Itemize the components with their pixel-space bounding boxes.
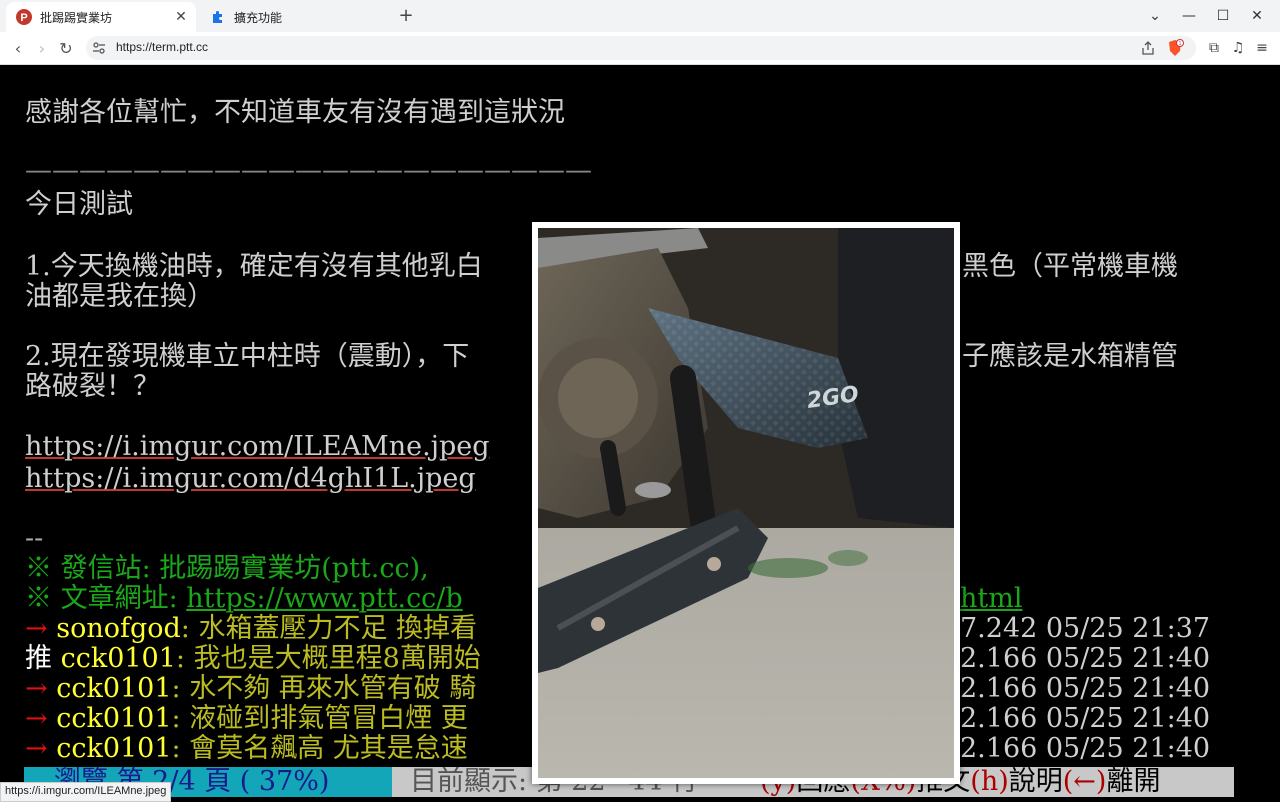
push-tag: → — [25, 613, 48, 644]
close-tab-icon[interactable]: ✕ — [172, 8, 190, 26]
back-icon[interactable]: ‹ — [8, 38, 28, 58]
article-line: 2.現在發現機車立中柱時（震動），下 — [25, 341, 470, 372]
forward-icon[interactable]: › — [32, 38, 52, 58]
article-line: 感謝各位幫忙，不知道車友有沒有遇到這狀況 — [25, 97, 565, 128]
push-row: 推 cck0101: 我也是大概里程8萬開始 — [25, 643, 481, 674]
signature-url-line: ※ 文章網址: https://www.ptt.cc/b — [25, 583, 463, 614]
article-line: 黑色（平常機車機 — [962, 251, 1178, 282]
push-row: → cck0101: 會莫名飆高 尤其是怠速 — [25, 733, 468, 764]
tab-extensions[interactable]: 擴充功能 — [200, 2, 390, 32]
push-user: cck0101 — [60, 643, 176, 674]
site-info-icon[interactable] — [92, 41, 106, 55]
push-user: cck0101 — [56, 703, 172, 734]
push-text: : 會莫名飆高 尤其是怠速 — [171, 733, 468, 764]
article-line: 子應該是水箱精管 — [962, 341, 1178, 372]
push-tag: → — [25, 703, 48, 734]
push-user: cck0101 — [56, 733, 172, 764]
push-row: → cck0101: 水不夠 再來水管有破 騎 — [25, 673, 476, 704]
help-label: 說明 — [1008, 766, 1063, 797]
reload-icon[interactable]: ↻ — [56, 38, 76, 58]
image-link-1[interactable]: https://i.imgur.com/ILEAMne.jpeg — [25, 431, 490, 462]
push-user: sonofgod — [56, 613, 181, 644]
puzzle-icon — [213, 11, 222, 23]
push-user: cck0101 — [56, 673, 172, 704]
article-line: 油都是我在換） — [25, 281, 214, 312]
tab-ptt[interactable]: P 批踢踢實業坊 ✕ — [6, 2, 196, 32]
brave-shield-icon[interactable]: 1 — [1166, 39, 1184, 57]
share-icon[interactable] — [1140, 40, 1156, 56]
push-tag: 推 — [25, 643, 52, 674]
extensions-icon[interactable]: ⧉ — [1204, 38, 1224, 58]
tab-title: 批踢踢實業坊 — [40, 10, 113, 25]
push-ip-time: 2.166 05/25 21:40 — [960, 643, 1211, 674]
tab-strip: P 批踢踢實業坊 ✕ 擴充功能 + ⌄ — ☐ ✕ — [0, 0, 1280, 32]
article-line: 今日測試 — [25, 189, 133, 220]
tab-title: 擴充功能 — [234, 10, 283, 25]
svg-text:1: 1 — [1179, 41, 1182, 47]
push-text: : 水不夠 再來水管有破 騎 — [171, 673, 477, 704]
push-row: → cck0101: 液碰到排氣管冒白煙 更 — [25, 703, 468, 734]
signature-site: ※ 發信站: 批踢踢實業坊(ptt.cc), — [25, 553, 429, 584]
signature-url-label: ※ 文章網址: — [25, 583, 187, 614]
push-row: → sonofgod: 水箱蓋壓力不足 換掉看 — [25, 613, 477, 644]
svg-text:P: P — [20, 12, 27, 24]
push-ip-time: 7.242 05/25 21:37 — [960, 613, 1211, 644]
push-text: : 水箱蓋壓力不足 換掉看 — [180, 613, 478, 644]
image-preview-popup[interactable]: 2GO — [532, 222, 960, 784]
signature-dash: -- — [25, 523, 44, 554]
push-ip-time: 2.166 05/25 21:40 — [960, 673, 1211, 704]
article-url-tail[interactable]: html — [960, 583, 1022, 614]
link-hover-status: https://i.imgur.com/ILEAMne.jpeg — [0, 782, 172, 802]
scooter-photo: 2GO — [538, 228, 954, 778]
back-key[interactable]: (←) — [1063, 766, 1107, 797]
menu-icon[interactable]: ≡ — [1252, 38, 1272, 58]
leave-label: 離開 — [1106, 766, 1161, 797]
divider-line: ————————————————————— — [25, 155, 592, 186]
address-bar[interactable]: https://term.ptt.cc 1 — [86, 36, 1196, 60]
ptt-favicon-icon: P — [16, 9, 32, 25]
maximize-icon[interactable]: ☐ — [1206, 0, 1240, 32]
push-text: : 我也是大概里程8萬開始 — [175, 643, 481, 674]
url-text: https://term.ptt.cc — [116, 40, 209, 54]
push-text: : 液碰到排氣管冒白煙 更 — [171, 703, 468, 734]
article-url-link[interactable]: https://www.ptt.cc/b — [186, 583, 462, 614]
media-icon[interactable]: ♫ — [1228, 38, 1248, 58]
article-line: 1.今天換機油時，確定有沒有其他乳白 — [25, 251, 483, 282]
article-line: 路破裂！？ — [25, 371, 160, 402]
help-key[interactable]: (h) — [970, 766, 1008, 797]
close-window-icon[interactable]: ✕ — [1240, 0, 1274, 32]
new-tab-button[interactable]: + — [396, 6, 416, 26]
navigation-bar: ‹ › ↻ https://term.ptt.cc 1 ⧉ ♫ ≡ — [0, 32, 1280, 65]
image-link-2[interactable]: https://i.imgur.com/d4ghI1L.jpeg — [25, 463, 476, 494]
push-tag: → — [25, 733, 48, 764]
push-ip-time: 2.166 05/25 21:40 — [960, 703, 1211, 734]
push-tag: → — [25, 673, 48, 704]
push-ip-time: 2.166 05/25 21:40 — [960, 733, 1211, 764]
tab-search-icon[interactable]: ⌄ — [1138, 0, 1172, 32]
minimize-icon[interactable]: — — [1172, 0, 1206, 32]
